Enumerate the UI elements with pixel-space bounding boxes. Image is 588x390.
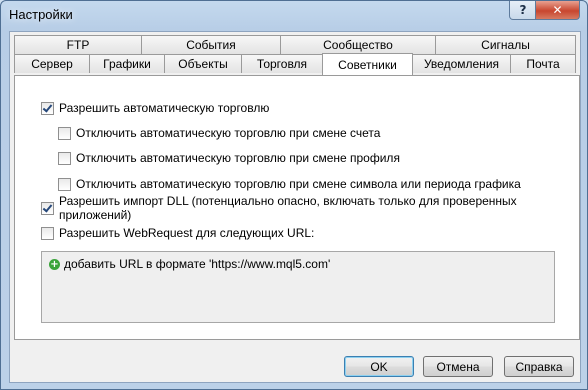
tab-ftp[interactable]: FTP — [14, 35, 142, 54]
disable-on-account-checkbox[interactable] — [58, 126, 71, 140]
tab-expert-advisors[interactable]: Советники — [322, 53, 413, 75]
auto-trading-label: Разрешить автоматическую торговлю — [59, 101, 270, 115]
dll-import-checkbox[interactable] — [41, 201, 54, 215]
tab-trade[interactable]: Торговля — [241, 54, 323, 73]
webrequest-label: Разрешить WebRequest для следующих URL: — [59, 226, 315, 240]
dll-import-label: Разрешить импорт DLL (потенциально опасн… — [59, 194, 517, 222]
disable-on-symbol-checkbox[interactable] — [58, 177, 71, 191]
option-disable-on-account[interactable]: Отключить автоматическую торговлю при см… — [58, 125, 380, 141]
option-dll-import[interactable]: Разрешить импорт DLL (потенциально опасн… — [41, 194, 579, 222]
option-webrequest[interactable]: Разрешить WebRequest для следующих URL: — [41, 225, 314, 241]
add-icon: + — [49, 258, 60, 270]
disable-on-symbol-label: Отключить автоматическую торговлю при см… — [76, 177, 521, 191]
webrequest-url-list[interactable]: + добавить URL в формате 'https://www.mq… — [41, 251, 555, 323]
help-button[interactable]: Справка — [504, 356, 574, 377]
tab-mail[interactable]: Почта — [510, 54, 576, 73]
tab-charts[interactable]: Графики — [89, 54, 165, 73]
titlebar-help-button[interactable]: ? — [509, 1, 537, 20]
disable-on-profile-checkbox[interactable] — [58, 151, 71, 165]
tab-server[interactable]: Сервер — [14, 54, 90, 73]
option-disable-on-symbol[interactable]: Отключить автоматическую торговлю при см… — [58, 176, 521, 192]
add-url-item[interactable]: + добавить URL в формате 'https://www.mq… — [49, 256, 330, 272]
tab-notifications[interactable]: Уведомления — [412, 54, 511, 73]
tab-signals[interactable]: Сигналы — [435, 35, 576, 54]
dialog-window: Настройки ? ✕ FTP События Сообщество Сиг… — [0, 0, 588, 390]
window-title: Настройки — [9, 7, 73, 22]
option-disable-on-profile[interactable]: Отключить автоматическую торговлю при см… — [58, 150, 400, 166]
titlebar-close-button[interactable]: ✕ — [535, 1, 580, 20]
close-icon: ✕ — [552, 3, 563, 17]
tab-events[interactable]: События — [141, 35, 281, 54]
ok-button[interactable]: OK — [344, 356, 414, 377]
dialog-client-area: FTP События Сообщество Сигналы Сервер Гр… — [9, 31, 581, 383]
auto-trading-checkbox[interactable] — [41, 101, 54, 115]
webrequest-checkbox[interactable] — [41, 226, 54, 240]
cancel-button[interactable]: Отмена — [423, 356, 493, 377]
disable-on-account-label: Отключить автоматическую торговлю при см… — [76, 126, 381, 140]
add-url-label: добавить URL в формате 'https://www.mql5… — [64, 257, 331, 271]
disable-on-profile-label: Отключить автоматическую торговлю при см… — [76, 151, 400, 165]
expert-advisors-panel: Разрешить автоматическую торговлю Отключ… — [14, 75, 580, 340]
tab-objects[interactable]: Объекты — [164, 54, 242, 73]
option-auto-trading[interactable]: Разрешить автоматическую торговлю — [41, 100, 269, 116]
tab-community[interactable]: Сообщество — [280, 35, 436, 54]
